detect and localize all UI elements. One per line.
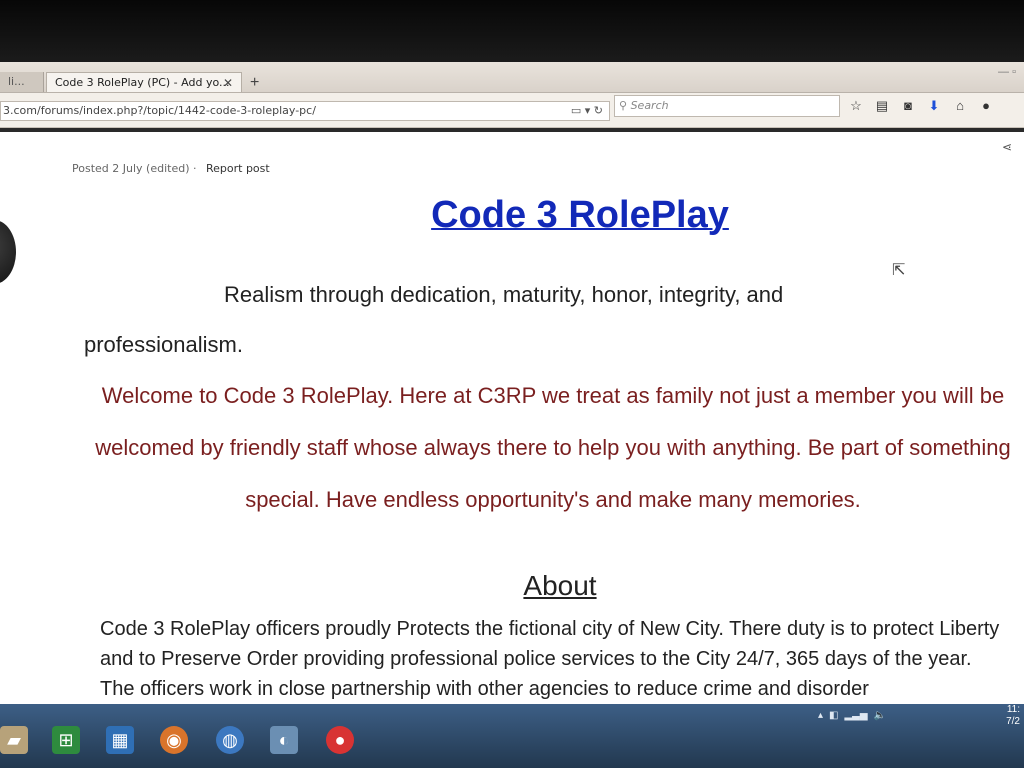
volume-icon[interactable]: 🔈 bbox=[874, 710, 886, 721]
tray-app-icon[interactable]: ◧ bbox=[829, 710, 838, 721]
tab-strip: li... Code 3 RolePlay (PC) - Add yo... ✕… bbox=[0, 62, 1024, 93]
record-icon[interactable]: ● bbox=[326, 726, 354, 754]
post-title: Code 3 RolePlay bbox=[431, 194, 729, 236]
url-text: 3.com/forums/index.php?/topic/1442-code-… bbox=[3, 104, 316, 117]
window-controls-icon[interactable]: — ▫ bbox=[998, 66, 1016, 78]
screen-bezel bbox=[0, 0, 1024, 62]
new-tab-button[interactable]: + bbox=[250, 74, 259, 92]
bookmark-star-icon[interactable]: ☆ bbox=[848, 98, 864, 114]
pocket-icon[interactable]: ◙ bbox=[900, 98, 916, 114]
tray-arrow-icon[interactable]: ▴ bbox=[818, 710, 823, 721]
motto-line-1: Realism through dedication, maturity, ho… bbox=[224, 282, 784, 307]
post-date: Posted 2 July (edited) · bbox=[72, 162, 197, 175]
bookmarks-menu-icon[interactable]: ▤ bbox=[874, 98, 890, 114]
search-input[interactable]: ⚲ Search bbox=[614, 95, 840, 117]
clock[interactable]: 11: 7/2 bbox=[1006, 704, 1020, 728]
share-icon[interactable]: ⋖ bbox=[1002, 140, 1012, 154]
tab-active[interactable]: Code 3 RolePlay (PC) - Add yo... ✕ bbox=[46, 72, 242, 92]
store-icon[interactable]: ⊞ bbox=[52, 726, 80, 754]
mouse-pointer-icon: ⇱ bbox=[892, 262, 906, 279]
taskbar: ▰ ⊞ ▦ ◉ ◍ ◐ ● ▴ ◧ ▂▃▅ 🔈 11: 7/2 bbox=[0, 704, 1024, 768]
welcome-paragraph: Welcome to Code 3 RolePlay. Here at C3RP… bbox=[95, 383, 1011, 512]
download-icon[interactable]: ⬇ bbox=[926, 98, 942, 114]
post-meta: Posted 2 July (edited) · Report post bbox=[72, 162, 270, 175]
search-icon: ⚲ bbox=[619, 99, 628, 112]
tab-active-label: Code 3 RolePlay (PC) - Add yo... bbox=[55, 76, 230, 89]
forum-post-content: Posted 2 July (edited) · Report post ⋖ ⇱… bbox=[0, 128, 1024, 708]
chat-icon[interactable]: ● bbox=[978, 98, 994, 114]
calculator-icon[interactable]: ▦ bbox=[106, 726, 134, 754]
reader-view-icon[interactable]: ▭ ▾ ↻ bbox=[571, 102, 603, 120]
toolbar-icons: ☆ ▤ ◙ ⬇ ⌂ ● bbox=[848, 95, 994, 117]
system-tray: ▴ ◧ ▂▃▅ 🔈 bbox=[818, 704, 886, 726]
firefox-icon[interactable]: ◉ bbox=[160, 726, 188, 754]
globe-icon[interactable]: ◍ bbox=[216, 726, 244, 754]
clock-date: 7/2 bbox=[1006, 716, 1020, 727]
motto-line-2: professionalism. bbox=[84, 332, 243, 357]
file-explorer-icon[interactable]: ▰ bbox=[0, 726, 28, 754]
about-paragraph: Code 3 RolePlay officers proudly Protect… bbox=[100, 618, 1000, 700]
tray-network-icon[interactable]: ▂▃▅ bbox=[844, 710, 867, 721]
about-heading: About bbox=[523, 570, 597, 601]
close-tab-icon[interactable]: ✕ bbox=[223, 73, 233, 93]
report-post-link[interactable]: Report post bbox=[206, 162, 270, 175]
navigation-bar: 3.com/forums/index.php?/topic/1442-code-… bbox=[0, 93, 1024, 128]
media-icon[interactable]: ◐ bbox=[270, 726, 298, 754]
clock-time: 11: bbox=[1006, 704, 1020, 715]
tab-inactive-label: li... bbox=[8, 75, 25, 88]
home-icon[interactable]: ⌂ bbox=[952, 98, 968, 114]
tab-inactive[interactable]: li... bbox=[0, 72, 44, 92]
search-placeholder: Search bbox=[630, 99, 669, 112]
address-bar[interactable]: 3.com/forums/index.php?/topic/1442-code-… bbox=[0, 101, 610, 121]
